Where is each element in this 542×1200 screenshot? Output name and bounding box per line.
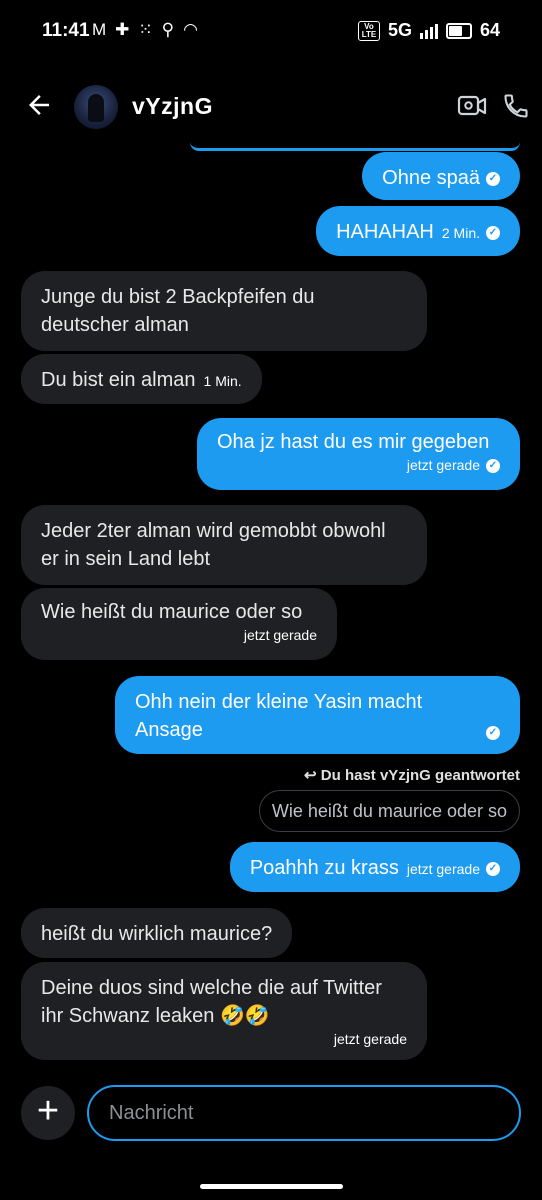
home-indicator[interactable] [200,1184,343,1189]
steps-icon: ⁙ [138,20,153,39]
medical-icon: ✚ [115,20,130,39]
status-bar: 11:41 M ✚ ⁙ ⚲ ◠ Vo LTE 5G 64 [0,0,542,64]
status-time: 11:41 [42,20,90,41]
message-bubble-outgoing[interactable]: Ohne spaä ✓ [362,152,520,200]
read-check-icon: ✓ [486,171,500,186]
battery-level: 64 [479,20,500,40]
notification-icons: M ✚ ⁙ ⚲ ◠ [92,20,198,40]
avatar[interactable] [74,85,118,129]
message-composer: + [0,1082,542,1146]
volte-icon: Vo LTE [357,20,380,41]
message-time: 1 Min. [203,373,242,389]
reply-arrow-icon: ↩ [304,767,317,784]
message-bubble-outgoing[interactable]: Oha jz hast du es mir gegeben jetzt gera… [197,418,520,490]
contact-name[interactable]: vYzjnG [132,93,213,120]
message-bubble-incoming[interactable]: Wie heißt du maurice oder so jetzt gerad… [21,588,337,660]
wifi-icon: ◠ [183,20,198,39]
signal-icon [419,23,438,39]
message-bubble-incoming[interactable]: Junge du bist 2 Backpfeifen du deutscher… [21,271,427,351]
message-bubble-outgoing[interactable]: Ohh nein der kleine Yasin macht Ansage ✓ [115,676,520,754]
message-bubble-incoming[interactable]: Deine duos sind welche die auf Twitter i… [21,962,427,1060]
search-sparkle-icon: ⚲ [161,20,175,39]
message-bubble-outgoing[interactable]: HAHAHAH 2 Min. ✓ [316,206,520,256]
message-time: jetzt gerade [406,457,480,473]
message-time: jetzt gerade [406,861,480,877]
message-bubble-incoming[interactable]: Du bist ein alman 1 Min. [21,354,262,404]
quoted-message[interactable]: Wie heißt du maurice oder so [258,790,520,832]
plus-icon[interactable]: + [21,1086,75,1140]
gmail-icon: M [92,20,107,39]
status-right: Vo LTE 5G 64 [357,20,500,41]
read-check-icon: ✓ [486,225,500,240]
message-bubble-outgoing[interactable]: Poahhh zu krass jetzt gerade ✓ [229,842,520,892]
message-input[interactable] [87,1085,521,1141]
message-bubble-incoming[interactable]: Jeder 2ter alman wird gemobbt obwohl er … [21,505,427,585]
reply-indicator: ↩ Du hast vYzjnG geantwortet [304,767,520,784]
back-arrow-icon[interactable] [24,90,54,128]
previous-message-edge [190,142,520,151]
message-time: jetzt gerade [243,627,317,643]
message-time: 2 Min. [441,225,480,241]
battery-icon [445,22,472,39]
message-time: jetzt gerade [333,1031,407,1047]
network-type: 5G [387,20,412,40]
message-bubble-incoming[interactable]: heißt du wirklich maurice? [21,908,293,958]
chat-header: vYzjnG [0,72,542,142]
read-check-icon: ✓ [486,459,500,474]
video-call-icon[interactable] [457,92,487,125]
read-check-icon: ✓ [486,861,500,876]
phone-call-icon[interactable] [502,92,530,125]
read-check-icon: ✓ [486,726,500,740]
